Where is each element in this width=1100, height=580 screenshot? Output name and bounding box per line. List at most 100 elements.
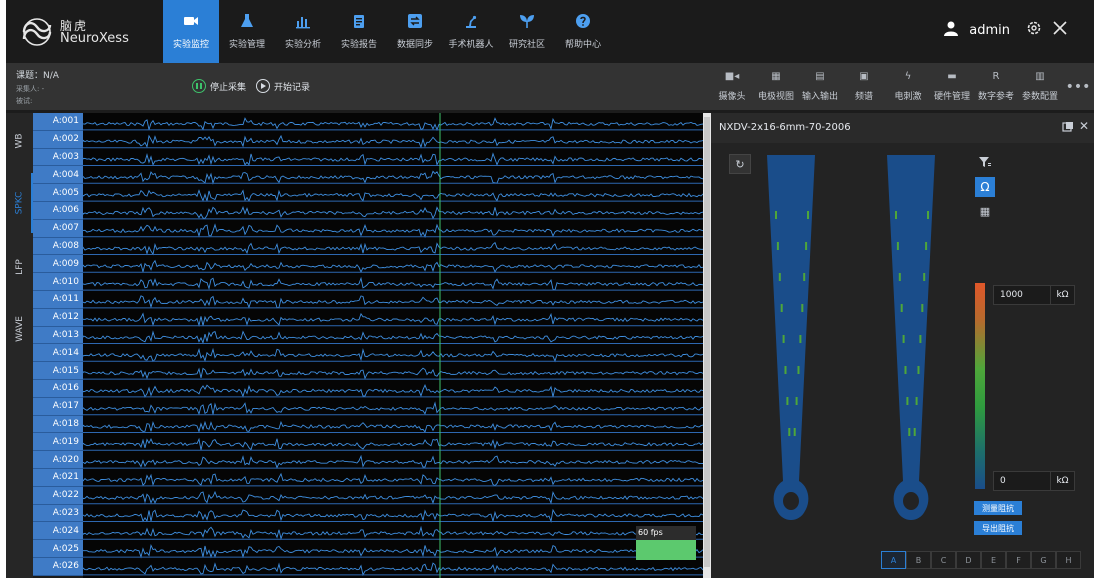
electrode-contact[interactable] [780, 304, 783, 312]
electrode-contact[interactable] [784, 366, 787, 374]
electrode-contact[interactable] [900, 304, 903, 312]
export-impedance-button[interactable]: 导出阻抗 [974, 521, 1022, 535]
electrode-contact[interactable] [895, 211, 897, 219]
electrode-contact[interactable] [799, 335, 802, 343]
nav-data-sync[interactable]: 数据同步 [387, 0, 443, 63]
tool-button-1[interactable]: ▦ 电极视图 [754, 63, 798, 110]
close-icon[interactable] [1052, 20, 1068, 40]
shank-tab-g[interactable]: G [1031, 551, 1056, 569]
channel-label[interactable]: A:016 [33, 379, 83, 398]
electrode-contact[interactable] [797, 366, 800, 374]
nav-experiment-report[interactable]: 实验报告 [331, 0, 387, 63]
more-options-button[interactable]: ••• [1062, 63, 1094, 110]
scrollbar-thumb[interactable] [704, 117, 710, 567]
waveform-view[interactable]: 60 fps [83, 113, 703, 578]
impedance-ohm-button[interactable]: Ω [975, 177, 995, 197]
measure-impedance-button[interactable]: 测量阻抗 [974, 501, 1022, 515]
electrode-contact[interactable] [801, 304, 804, 312]
min-impedance-input[interactable]: 0 [993, 471, 1051, 491]
channel-label[interactable]: A:001 [33, 113, 83, 131]
channel-label[interactable]: A:004 [33, 166, 83, 185]
min-impedance-field[interactable]: 0 kΩ [993, 471, 1075, 491]
electrode-contact[interactable] [896, 242, 899, 250]
pause-icon[interactable] [192, 79, 206, 93]
electrode-contact[interactable] [927, 211, 929, 219]
max-impedance-input[interactable]: 1000 [993, 285, 1051, 305]
tool-button-5[interactable]: ▬ 硬件管理 [930, 63, 974, 110]
refresh-button[interactable]: ↻ [729, 154, 751, 174]
channel-label[interactable]: A:003 [33, 148, 83, 167]
channel-label[interactable]: A:006 [33, 201, 83, 220]
shank-tab-b[interactable]: B [906, 551, 931, 569]
shank-tab-e[interactable]: E [981, 551, 1006, 569]
tool-button-2[interactable]: ▤ 输入输出 [798, 63, 842, 110]
channel-label[interactable]: A:009 [33, 255, 83, 274]
grid-layout-icon[interactable]: ▦ [980, 205, 990, 218]
electrode-contact[interactable] [906, 397, 909, 405]
channel-label[interactable]: A:007 [33, 219, 83, 238]
electrode-contact[interactable] [782, 335, 785, 343]
electrode-contact[interactable] [807, 211, 809, 219]
shank-tab-f[interactable]: F [1006, 551, 1031, 569]
electrode-contact[interactable] [902, 335, 905, 343]
electrode-contact[interactable] [795, 397, 798, 405]
electrode-contact[interactable] [803, 273, 806, 281]
electrode-contact[interactable] [908, 428, 911, 436]
electrode-contact[interactable] [917, 366, 920, 374]
channel-label[interactable]: A:024 [33, 522, 83, 541]
electrode-contact[interactable] [925, 242, 928, 250]
channel-label[interactable]: A:023 [33, 504, 83, 523]
channel-label[interactable]: A:019 [33, 433, 83, 452]
nav-help-center[interactable]: 帮助中心 [555, 0, 611, 63]
electrode-contact[interactable] [805, 242, 808, 250]
electrode-contact[interactable] [793, 428, 796, 436]
channel-label[interactable]: A:010 [33, 273, 83, 291]
electrode-contact[interactable] [775, 211, 777, 219]
electrode-contact[interactable] [898, 273, 901, 281]
channel-label[interactable]: A:022 [33, 486, 83, 505]
nav-experiment-monitor[interactable]: 实验监控 [163, 0, 219, 63]
nav-experiment-analysis[interactable]: 实验分析 [275, 0, 331, 63]
tab-wb[interactable]: WB [6, 125, 33, 157]
electrode-contact[interactable] [919, 335, 922, 343]
tab-spkc[interactable]: SPKC [6, 173, 33, 233]
tool-button-4[interactable]: ϟ 电刺激 [886, 63, 930, 110]
channel-label[interactable]: A:015 [33, 362, 83, 380]
popout-icon[interactable] [1062, 121, 1074, 133]
gear-icon[interactable] [1026, 20, 1042, 40]
vertical-scrollbar[interactable] [703, 113, 711, 578]
electrode-contact[interactable] [904, 366, 907, 374]
electrode-contact[interactable] [778, 273, 781, 281]
channel-label[interactable]: A:020 [33, 451, 83, 469]
channel-label[interactable]: A:013 [33, 326, 83, 345]
channel-label[interactable]: A:002 [33, 130, 83, 149]
channel-label[interactable]: A:026 [33, 557, 83, 576]
play-icon[interactable] [256, 79, 271, 93]
electrode-contact[interactable] [786, 397, 789, 405]
tool-button-6[interactable]: R 数字参考 [974, 63, 1018, 110]
tool-button-3[interactable]: ▣ 频谱 [842, 63, 886, 110]
channel-label[interactable]: A:021 [33, 468, 83, 487]
shank-tab-c[interactable]: C [931, 551, 956, 569]
channel-label[interactable]: A:014 [33, 344, 83, 363]
electrode-contact[interactable] [788, 428, 791, 436]
shank-tab-h[interactable]: H [1056, 551, 1081, 569]
channel-label[interactable]: A:008 [33, 237, 83, 256]
electrode-contact[interactable] [915, 397, 918, 405]
tool-button-0[interactable]: ■◂ 摄像头 [710, 63, 754, 110]
shank-tab-d[interactable]: D [956, 551, 981, 569]
channel-label[interactable]: A:017 [33, 397, 83, 416]
user-name[interactable]: admin [969, 23, 1010, 38]
stop-acquisition-button[interactable]: 停止采集 [210, 80, 246, 93]
tab-wave[interactable]: WAVE [6, 309, 33, 349]
user-icon[interactable] [943, 20, 959, 40]
electrode-contact[interactable] [921, 304, 924, 312]
max-impedance-field[interactable]: 1000 kΩ [993, 285, 1075, 305]
electrode-contact[interactable] [913, 428, 916, 436]
channel-label[interactable]: A:018 [33, 415, 83, 434]
panel-close-icon[interactable]: ✕ [1079, 119, 1089, 133]
electrode-contact[interactable] [776, 242, 779, 250]
channel-label[interactable]: A:012 [33, 308, 83, 327]
tool-button-7[interactable]: ▥ 参数配置 [1018, 63, 1062, 110]
tab-lfp[interactable]: LFP [6, 251, 33, 283]
